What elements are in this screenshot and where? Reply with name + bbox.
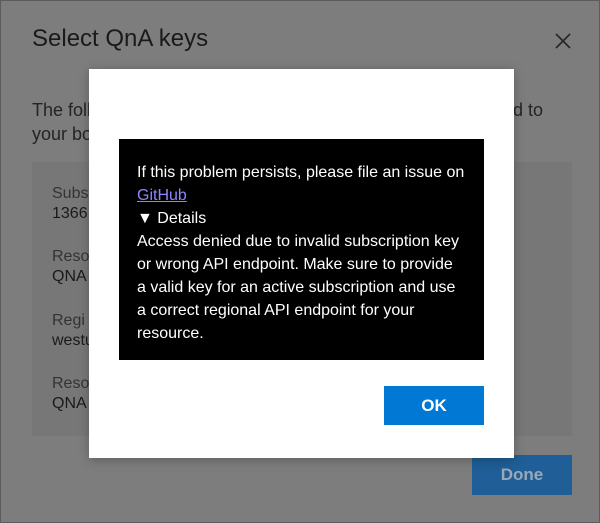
dialog-description: The foll your bo	[32, 98, 92, 146]
resource-field: Reso QNA	[52, 247, 89, 287]
field-label: Reso	[52, 375, 90, 392]
field-value: QNA	[52, 395, 87, 412]
ok-button[interactable]: OK	[384, 386, 484, 425]
subscription-field: Subs 1366	[52, 184, 88, 224]
error-message-box: If this problem persists, please file an…	[119, 139, 484, 360]
close-icon[interactable]	[551, 29, 575, 53]
field-label: Subs	[52, 185, 89, 202]
dialog-description-end: d to	[513, 100, 544, 120]
github-link[interactable]: GitHub	[137, 187, 187, 204]
region-field: Regi westu	[52, 311, 94, 351]
done-button[interactable]: Done	[472, 455, 572, 495]
description-text: The foll your bo	[32, 100, 93, 144]
field-label: Regi	[52, 312, 85, 329]
field-value: westu	[52, 332, 94, 349]
field-value: QNA	[52, 268, 87, 285]
details-toggle[interactable]: ▼ Details	[137, 207, 466, 230]
error-message-text: If this problem persists, please file an…	[137, 164, 465, 181]
resource-name-field: Reso QNA	[52, 374, 89, 414]
field-label: Reso	[52, 248, 90, 265]
error-details-text: Access denied due to invalid subscriptio…	[137, 233, 459, 342]
dialog-title: Select QnA keys	[32, 25, 209, 52]
error-message: If this problem persists, please file an…	[137, 161, 466, 207]
field-value: 1366	[52, 205, 88, 222]
error-modal: If this problem persists, please file an…	[89, 69, 514, 458]
